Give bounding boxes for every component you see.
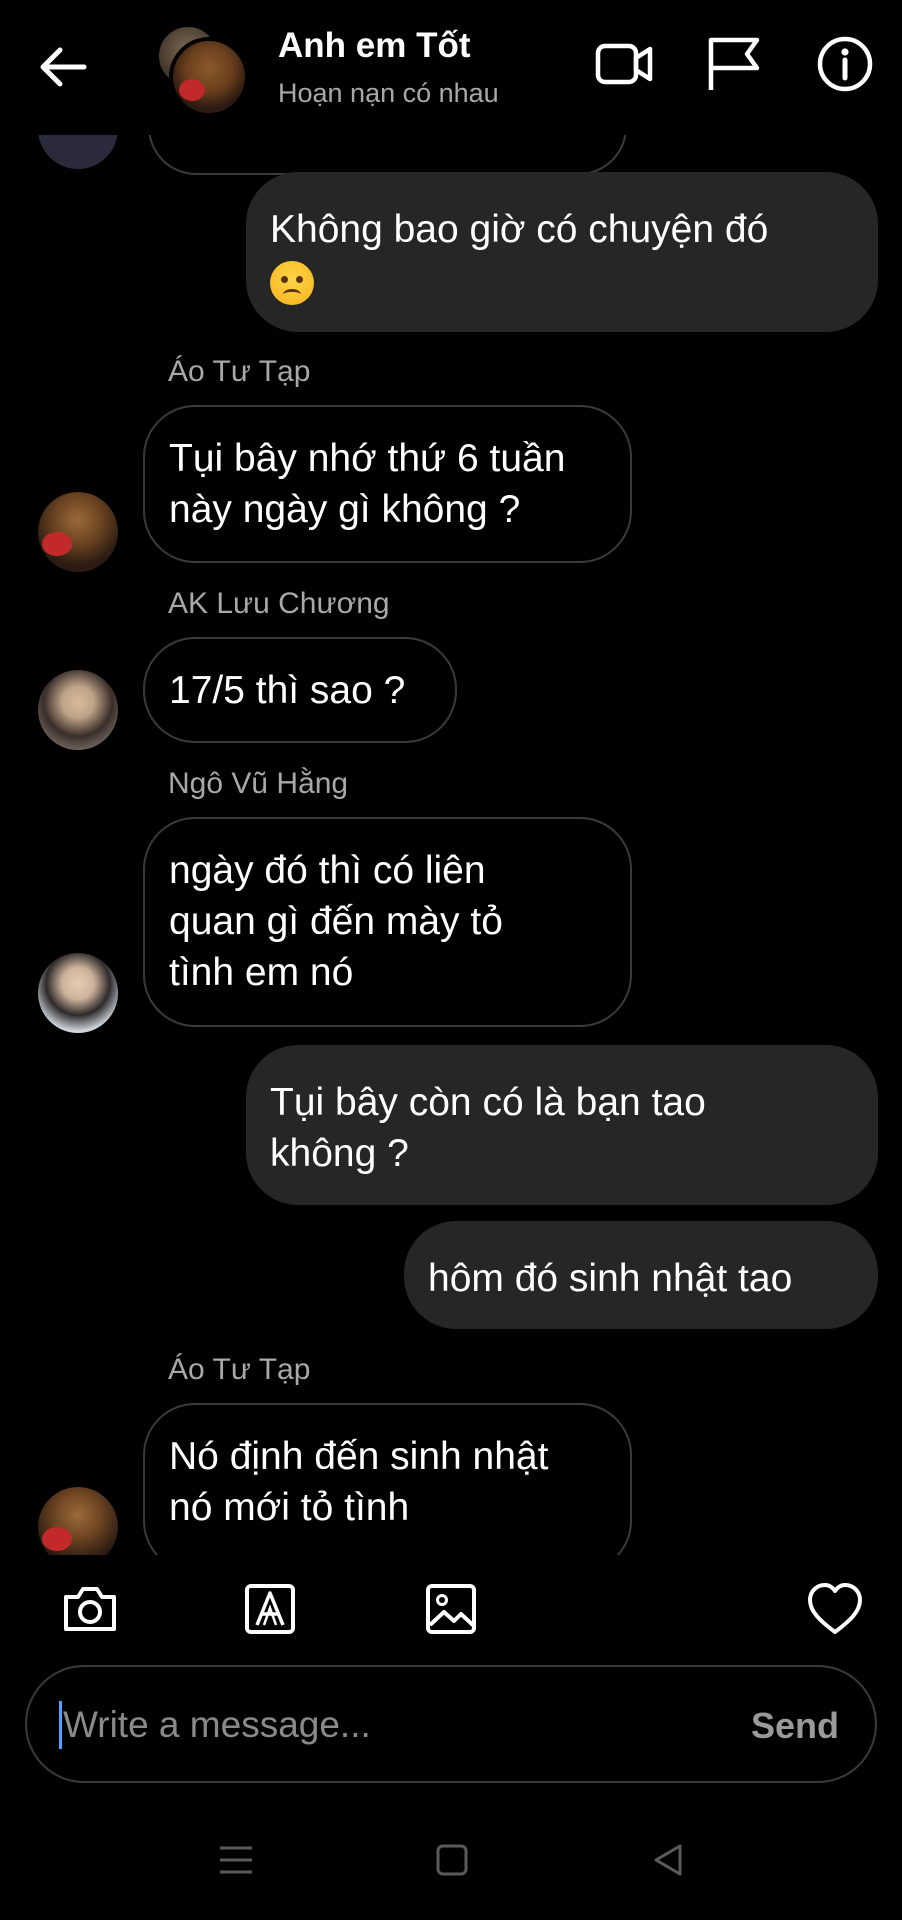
message-line: Tụi bây còn có là bạn tao xyxy=(270,1081,706,1124)
back-arrow-icon[interactable] xyxy=(36,40,90,94)
info-icon[interactable] xyxy=(815,34,875,94)
avatar[interactable] xyxy=(38,953,118,1033)
sender-name: Áo Tư Tạp xyxy=(168,355,311,388)
message-line: này ngày gì không ? xyxy=(169,488,521,531)
group-avatar-front xyxy=(169,37,249,117)
message-line: nó mới tỏ tình xyxy=(169,1486,410,1529)
message-line: Nó định đến sinh nhật xyxy=(169,1435,549,1478)
message-composer: Send xyxy=(25,1665,877,1783)
avatar[interactable] xyxy=(38,670,118,750)
message-bubble-incoming[interactable]: 17/5 thì sao ? xyxy=(143,637,457,743)
avatar[interactable] xyxy=(38,1487,118,1555)
sender-name: AK Lưu Chương xyxy=(168,587,390,620)
message-line: quan gì đến mày tỏ xyxy=(169,900,503,943)
chat-header: Anh em Tốt Hoạn nạn có nhau xyxy=(0,0,902,135)
sender-name: Ngô Vũ Hằng xyxy=(168,767,349,800)
send-button[interactable]: Send xyxy=(751,1705,839,1747)
group-avatar[interactable] xyxy=(157,25,257,117)
message-line: 17/5 thì sao ? xyxy=(169,669,406,712)
message-line: tình em nó xyxy=(169,951,354,994)
message-bubble-incoming[interactable]: ngày đó thì có liên quan gì đến mày tỏ t… xyxy=(143,817,632,1027)
message-line: Tụi bây nhớ thứ 6 tuần xyxy=(169,437,566,480)
message-bubble-incoming[interactable]: Nó định đến sinh nhật nó mới tỏ tình xyxy=(143,1403,632,1555)
message-bubble-outgoing[interactable]: Không bao giờ có chuyện đó xyxy=(246,172,878,332)
flag-icon[interactable] xyxy=(703,34,763,94)
back-icon[interactable] xyxy=(648,1840,688,1880)
message-bubble-incoming xyxy=(148,135,627,175)
message-input[interactable] xyxy=(61,1689,705,1761)
system-nav-bar xyxy=(0,1800,902,1920)
chat-subtitle: Hoạn nạn có nhau xyxy=(278,78,499,108)
chat-title[interactable]: Anh em Tốt xyxy=(278,26,470,66)
video-call-icon[interactable] xyxy=(594,34,654,94)
camera-icon[interactable] xyxy=(60,1579,120,1639)
recent-apps-icon[interactable] xyxy=(216,1840,256,1880)
message-bubble-outgoing[interactable]: hôm đó sinh nhật tao xyxy=(404,1221,878,1329)
angry-emoji-icon xyxy=(270,260,314,305)
composer-toolbar xyxy=(0,1555,902,1665)
message-line: ngày đó thì có liên xyxy=(169,849,486,892)
home-icon[interactable] xyxy=(432,1840,472,1880)
heart-icon[interactable] xyxy=(805,1579,865,1639)
sender-name: Áo Tư Tạp xyxy=(168,1353,311,1386)
message-line: hôm đó sinh nhật tao xyxy=(428,1257,793,1300)
message-list[interactable]: Không bao giờ có chuyện đó Áo Tư Tạp Tụi… xyxy=(0,135,902,1555)
avatar xyxy=(38,135,118,169)
message-text: Không bao giờ có chuyện đó xyxy=(270,208,769,251)
message-bubble-incoming[interactable]: Tụi bây nhớ thứ 6 tuần này ngày gì không… xyxy=(143,405,632,563)
text-style-icon[interactable] xyxy=(240,1579,300,1639)
message-bubble-outgoing[interactable]: Tụi bây còn có là bạn tao không ? xyxy=(246,1045,878,1205)
message-line: không ? xyxy=(270,1132,409,1175)
gallery-icon[interactable] xyxy=(421,1579,481,1639)
avatar[interactable] xyxy=(38,492,118,572)
